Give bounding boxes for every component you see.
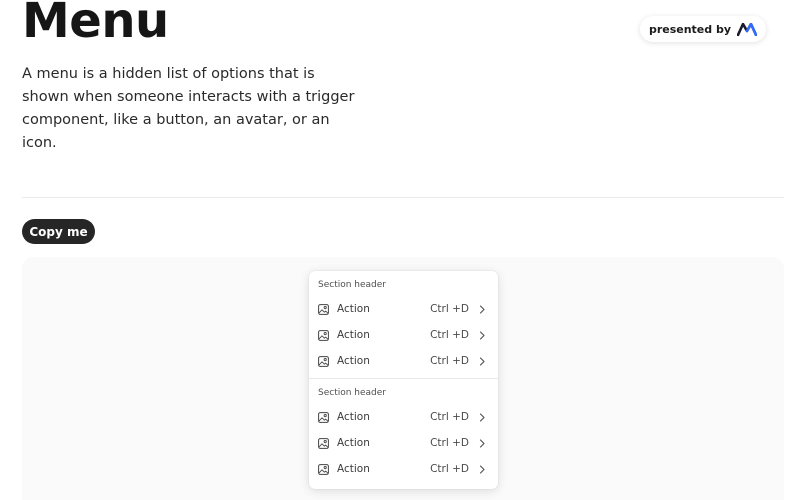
chevron-right-icon bbox=[479, 304, 486, 314]
menu-item-label: Action bbox=[337, 411, 370, 423]
menu-item-label: Action bbox=[337, 355, 370, 367]
menu-item-shortcut: Ctrl +D bbox=[430, 329, 469, 341]
presented-by-label: presented by bbox=[648, 22, 732, 36]
menu-item-shortcut: Ctrl +D bbox=[430, 463, 469, 475]
copy-me-button[interactable]: Copy me bbox=[22, 219, 95, 244]
chevron-right-icon bbox=[479, 412, 486, 422]
menu-item-shortcut: Ctrl +D bbox=[430, 411, 469, 423]
menu-item-label: Action bbox=[337, 463, 370, 475]
brand-logo-icon bbox=[737, 22, 758, 36]
image-icon bbox=[318, 329, 329, 341]
menu-item-label: Action bbox=[337, 329, 370, 341]
image-icon bbox=[318, 303, 329, 315]
menu-item-action[interactable]: Action Ctrl +D bbox=[309, 296, 498, 322]
chevron-right-icon bbox=[479, 438, 486, 448]
image-icon bbox=[318, 355, 329, 367]
menu-item-label: Action bbox=[337, 437, 370, 449]
page: Menu presented by A menu is a hidden lis… bbox=[0, 0, 800, 500]
menu-section: Section header Action Ctrl +D Action Ctrl +D… bbox=[309, 378, 498, 486]
menu-section-header: Section header bbox=[318, 280, 387, 290]
menu-item-action[interactable]: Action Ctrl +D bbox=[309, 430, 498, 456]
menu-item-label: Action bbox=[337, 303, 370, 315]
chevron-right-icon bbox=[479, 356, 486, 366]
image-icon bbox=[318, 411, 329, 423]
menu-item-shortcut: Ctrl +D bbox=[430, 303, 469, 315]
divider bbox=[22, 197, 784, 198]
page-description: A menu is a hidden list of options that … bbox=[22, 66, 355, 151]
menu-panel: Section header Action Ctrl +D Action Ctrl +D… bbox=[309, 271, 498, 489]
page-title: Menu bbox=[22, 0, 169, 49]
menu-section: Section header Action Ctrl +D Action Ctrl +D… bbox=[309, 271, 498, 378]
menu-item-action[interactable]: Action Ctrl +D bbox=[309, 404, 498, 430]
chevron-right-icon bbox=[479, 330, 486, 340]
presented-by-badge[interactable]: presented by bbox=[640, 16, 766, 42]
menu-item-action[interactable]: Action Ctrl +D bbox=[309, 348, 498, 374]
image-icon bbox=[318, 463, 329, 475]
chevron-right-icon bbox=[479, 464, 486, 474]
menu-item-action[interactable]: Action Ctrl +D bbox=[309, 322, 498, 348]
menu-section-header: Section header bbox=[318, 388, 387, 398]
menu-item-shortcut: Ctrl +D bbox=[430, 355, 469, 367]
menu-item-action[interactable]: Action Ctrl +D bbox=[309, 456, 498, 482]
image-icon bbox=[318, 437, 329, 449]
menu-item-shortcut: Ctrl +D bbox=[430, 437, 469, 449]
